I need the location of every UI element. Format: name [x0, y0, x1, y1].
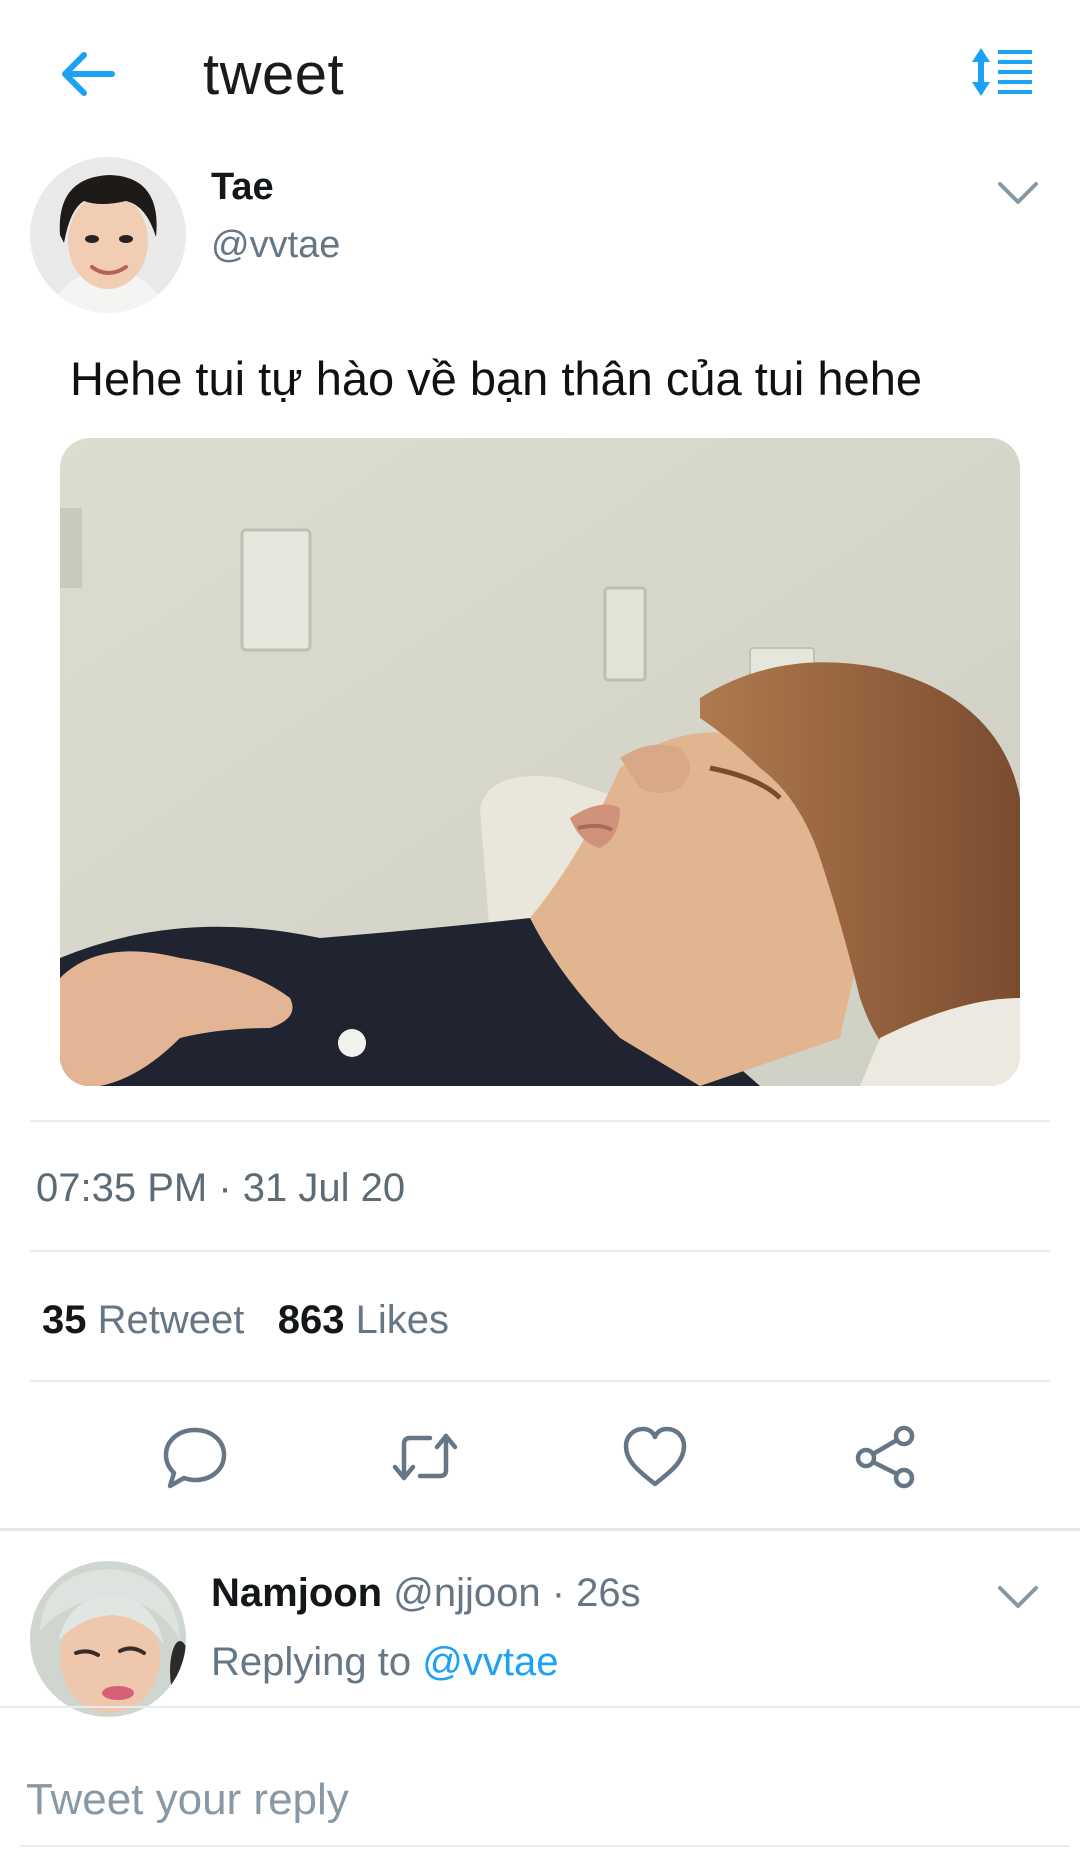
like-label[interactable]: Likes [356, 1298, 449, 1342]
retweet-count[interactable]: 35 [42, 1298, 87, 1342]
share-icon[interactable] [850, 1422, 920, 1492]
section-divider [0, 1528, 1080, 1531]
page-title: tweet [203, 42, 345, 107]
retweet-label[interactable]: Retweet [98, 1298, 245, 1342]
divider [30, 1380, 1050, 1382]
mention-link[interactable]: @vvtae [422, 1640, 558, 1684]
divider [20, 1845, 1070, 1847]
back-arrow-icon[interactable] [58, 50, 116, 98]
author-handle[interactable]: @vvtae [211, 222, 340, 268]
tweet-text: Hehe tui tự hào về bạn thân của tui hehe [70, 352, 922, 405]
reply-meta: @njjoon · 26s [393, 1571, 641, 1615]
tweet-media-image[interactable] [60, 438, 1020, 1086]
chevron-down-icon[interactable] [996, 178, 1040, 208]
sort-list-icon[interactable] [970, 46, 1034, 98]
heart-icon[interactable] [620, 1422, 690, 1492]
replying-to: Replying to @vvtae [211, 1637, 558, 1687]
divider [0, 1706, 1080, 1708]
replying-prefix: Replying to [211, 1640, 412, 1684]
divider [30, 1250, 1050, 1252]
author-avatar[interactable] [30, 157, 186, 313]
reply-input[interactable]: Tweet your reply [26, 1772, 349, 1828]
tweet-timestamp: 07:35 PM · 31 Jul 20 [36, 1166, 406, 1210]
tweet-stats: 35 Retweet 863 Likes [42, 1295, 449, 1345]
author-name[interactable]: Tae [211, 164, 274, 210]
reply-header: Namjoon @njjoon · 26s [211, 1568, 641, 1618]
retweet-icon[interactable] [390, 1422, 460, 1492]
reply-author-name[interactable]: Namjoon [211, 1571, 382, 1615]
divider [30, 1120, 1050, 1122]
like-count[interactable]: 863 [278, 1298, 345, 1342]
reply-avatar[interactable] [30, 1561, 186, 1717]
chevron-down-icon[interactable] [996, 1582, 1040, 1612]
reply-icon[interactable] [160, 1422, 230, 1492]
